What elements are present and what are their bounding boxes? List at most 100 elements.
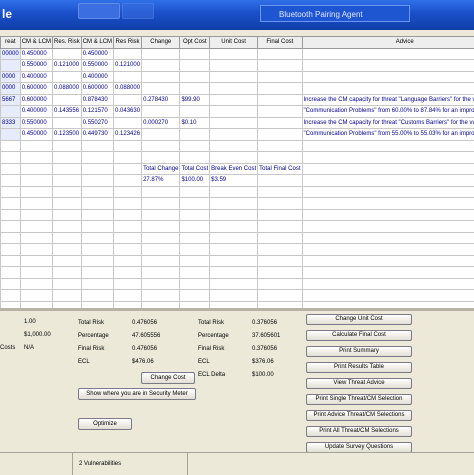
table-cell[interactable] — [20, 198, 52, 210]
table-cell[interactable] — [1, 221, 21, 233]
table-cell[interactable] — [180, 198, 210, 210]
table-cell[interactable] — [180, 83, 210, 95]
table-cell[interactable]: $3.59 — [210, 175, 258, 187]
table-cell[interactable] — [210, 255, 258, 267]
table-cell[interactable] — [81, 198, 113, 210]
column-header[interactable]: Res. Risk — [53, 37, 82, 49]
table-cell[interactable]: Total Change — [142, 163, 180, 175]
table-cell[interactable] — [210, 117, 258, 129]
table-cell[interactable]: 0.121000 — [114, 60, 142, 72]
table-cell[interactable] — [81, 301, 113, 308]
table-cell[interactable] — [258, 301, 302, 308]
table-cell[interactable] — [81, 232, 113, 244]
table-cell[interactable] — [258, 83, 302, 95]
table-cell[interactable] — [142, 232, 180, 244]
table-cell[interactable] — [180, 60, 210, 72]
table-row[interactable]: 27.87%$100.00$3.59 — [1, 175, 474, 187]
table-cell[interactable] — [258, 106, 302, 118]
table-cell[interactable] — [180, 106, 210, 118]
taskbar-button[interactable] — [78, 3, 120, 19]
table-cell[interactable] — [258, 48, 302, 60]
table-cell[interactable] — [302, 71, 474, 83]
table-cell[interactable] — [258, 175, 302, 187]
table-cell[interactable] — [20, 209, 52, 221]
table-cell[interactable] — [302, 278, 474, 290]
table-cell[interactable] — [258, 60, 302, 72]
table-cell[interactable] — [258, 129, 302, 141]
table-cell[interactable] — [210, 152, 258, 164]
table-cell[interactable] — [180, 48, 210, 60]
table-cell[interactable] — [114, 221, 142, 233]
table-cell[interactable] — [142, 60, 180, 72]
table-cell[interactable] — [114, 48, 142, 60]
table-cell[interactable] — [302, 60, 474, 72]
column-header[interactable]: Unit Cost — [210, 37, 258, 49]
table-cell[interactable]: 0.550000 — [81, 60, 113, 72]
table-cell[interactable]: 0.043630 — [114, 106, 142, 118]
table-cell[interactable] — [258, 255, 302, 267]
table-cell[interactable] — [1, 209, 21, 221]
table-cell[interactable] — [53, 152, 82, 164]
table-cell[interactable] — [302, 209, 474, 221]
table-cell[interactable] — [114, 117, 142, 129]
table-cell[interactable] — [210, 290, 258, 302]
table-cell[interactable] — [1, 60, 21, 72]
table-row[interactable]: 0.4000000.1435560.1215700.043630"Communi… — [1, 106, 474, 118]
table-cell[interactable] — [1, 152, 21, 164]
table-cell[interactable]: 0.550000 — [20, 117, 52, 129]
table-cell[interactable] — [258, 198, 302, 210]
table-cell[interactable] — [53, 255, 82, 267]
table-row[interactable]: 00000.6000000.0880000.6000000.088000 — [1, 83, 474, 95]
table-cell[interactable] — [1, 290, 21, 302]
table-cell[interactable]: Break Even Cost — [210, 163, 258, 175]
table-cell[interactable] — [81, 163, 113, 175]
change-unit-cost-button[interactable]: Change Unit Cost — [306, 314, 412, 325]
table-cell[interactable] — [210, 71, 258, 83]
table-cell[interactable] — [1, 267, 21, 279]
table-cell[interactable]: Total Cost — [180, 163, 210, 175]
table-cell[interactable] — [53, 94, 82, 106]
table-cell[interactable] — [210, 209, 258, 221]
table-cell[interactable] — [258, 186, 302, 198]
table-cell[interactable] — [81, 152, 113, 164]
table-cell[interactable] — [180, 244, 210, 256]
table-cell[interactable] — [81, 290, 113, 302]
table-cell[interactable] — [258, 244, 302, 256]
table-cell[interactable] — [81, 255, 113, 267]
table-cell[interactable] — [53, 48, 82, 60]
table-cell[interactable] — [180, 186, 210, 198]
table-cell[interactable] — [20, 152, 52, 164]
table-row[interactable] — [1, 290, 474, 302]
table-cell[interactable]: 0.400000 — [81, 71, 113, 83]
table-row[interactable] — [1, 244, 474, 256]
table-cell[interactable]: 0.550000 — [20, 60, 52, 72]
table-cell[interactable]: 0.400000 — [20, 71, 52, 83]
table-cell[interactable] — [210, 83, 258, 95]
table-cell[interactable]: Increase the CM capacity for threat "Lan… — [302, 94, 474, 106]
table-cell[interactable] — [114, 278, 142, 290]
table-cell[interactable] — [1, 301, 21, 308]
table-cell[interactable]: 0.121570 — [81, 106, 113, 118]
column-header[interactable]: Change — [142, 37, 180, 49]
table-cell[interactable] — [20, 232, 52, 244]
table-cell[interactable] — [1, 175, 21, 187]
table-cell[interactable] — [53, 221, 82, 233]
calculate-final-cost-button[interactable]: Calculate Final Cost — [306, 330, 412, 341]
table-cell[interactable] — [114, 209, 142, 221]
table-cell[interactable] — [114, 175, 142, 187]
table-cell[interactable] — [20, 255, 52, 267]
table-cell[interactable] — [302, 48, 474, 60]
table-cell[interactable] — [1, 163, 21, 175]
table-cell[interactable] — [210, 301, 258, 308]
table-cell[interactable] — [53, 140, 82, 152]
table-cell[interactable] — [53, 117, 82, 129]
print-single-selection-button[interactable]: Print Single Threat/CM Selection — [306, 394, 412, 405]
table-cell[interactable]: 0000 — [1, 71, 21, 83]
table-cell[interactable] — [180, 129, 210, 141]
table-cell[interactable] — [142, 301, 180, 308]
column-header[interactable]: reat — [1, 37, 21, 49]
table-cell[interactable] — [180, 209, 210, 221]
table-cell[interactable] — [258, 267, 302, 279]
table-cell[interactable] — [210, 232, 258, 244]
table-cell[interactable] — [180, 267, 210, 279]
